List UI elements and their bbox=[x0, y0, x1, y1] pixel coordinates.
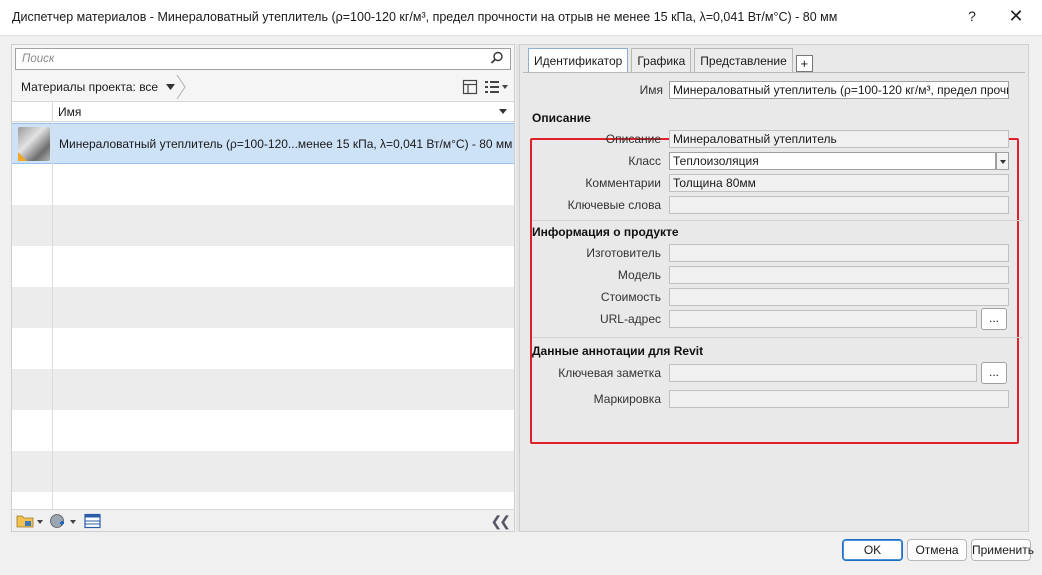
name-label: Имя bbox=[639, 83, 663, 97]
comments-label: Комментарии bbox=[585, 176, 661, 190]
asset-browser-icon[interactable] bbox=[84, 513, 102, 532]
keynote-label: Ключевая заметка bbox=[558, 366, 661, 380]
browser-toolbar: ❮❮ bbox=[12, 509, 514, 531]
empty-row bbox=[12, 164, 514, 205]
library-folder-icon[interactable] bbox=[16, 513, 44, 532]
material-thumbnail bbox=[18, 127, 50, 161]
manufacturer-field[interactable] bbox=[669, 244, 1009, 262]
keywords-field[interactable] bbox=[669, 196, 1009, 214]
material-browser: Поиск Материалы проекта: все Имя Минерал… bbox=[11, 44, 515, 532]
empty-row bbox=[12, 246, 514, 287]
materials-column-header: Имя bbox=[12, 101, 514, 122]
breadcrumb-project-materials[interactable]: Материалы проекта: все bbox=[12, 75, 183, 99]
class-label: Класс bbox=[628, 154, 661, 168]
mark-field[interactable] bbox=[669, 390, 1009, 408]
column-divider bbox=[52, 102, 53, 122]
class-select[interactable]: Теплоизоляция bbox=[669, 152, 996, 170]
identity-panel: Имя Минераловатный утеплитель (ρ=100-120… bbox=[523, 72, 1025, 530]
empty-row bbox=[12, 451, 514, 492]
create-material-icon[interactable] bbox=[49, 513, 77, 532]
cost-label: Стоимость bbox=[600, 290, 661, 304]
column-name-header[interactable]: Имя bbox=[58, 105, 81, 119]
warning-corner-icon bbox=[18, 152, 27, 161]
search-placeholder: Поиск bbox=[22, 53, 55, 65]
materials-list: Минераловатный утеплитель (ρ=100-120...м… bbox=[12, 123, 514, 509]
description-field[interactable]: Минераловатный утеплитель bbox=[669, 130, 1009, 148]
section-description-title: Описание bbox=[532, 111, 591, 125]
list-item[interactable]: Минераловатный утеплитель (ρ=100-120...м… bbox=[12, 123, 514, 164]
cancel-button[interactable]: Отмена bbox=[907, 539, 967, 561]
add-asset-button[interactable]: + bbox=[795, 55, 813, 72]
material-editor: Идентификатор Графика Представление + Им… bbox=[519, 44, 1029, 532]
help-button[interactable]: ? bbox=[964, 8, 980, 24]
editor-tabs: Идентификатор Графика Представление + bbox=[528, 48, 813, 73]
breadcrumb: Материалы проекта: все bbox=[12, 75, 514, 99]
collapse-panel-icon[interactable]: ❮❮ bbox=[491, 513, 512, 530]
list-view-icon[interactable] bbox=[484, 79, 508, 95]
comments-field[interactable]: Толщина 80мм bbox=[669, 174, 1009, 192]
breadcrumb-separator-icon bbox=[176, 75, 186, 99]
tab-identity[interactable]: Идентификатор bbox=[528, 48, 629, 73]
empty-row bbox=[12, 369, 514, 410]
model-label: Модель bbox=[617, 268, 661, 282]
section-product-title: Информация о продукте bbox=[532, 225, 679, 239]
manufacturer-label: Изготовитель bbox=[586, 246, 661, 260]
name-field[interactable]: Минераловатный утеплитель (ρ=100-120 кг/… bbox=[669, 81, 1009, 99]
breadcrumb-label: Материалы проекта: все bbox=[21, 80, 159, 94]
empty-row bbox=[12, 492, 514, 509]
empty-row bbox=[12, 205, 514, 246]
sort-arrow-icon[interactable] bbox=[499, 109, 507, 114]
apply-button[interactable]: Применить bbox=[971, 539, 1034, 561]
chevron-down-icon bbox=[166, 84, 176, 90]
keywords-label: Ключевые слова bbox=[567, 198, 661, 212]
tab-appearance[interactable]: Представление bbox=[694, 48, 793, 72]
empty-row bbox=[12, 410, 514, 451]
search-icon[interactable] bbox=[490, 51, 504, 68]
url-field[interactable] bbox=[669, 310, 977, 328]
section-divider bbox=[532, 337, 1023, 338]
empty-row bbox=[12, 287, 514, 328]
keynote-browse-button[interactable]: ... bbox=[981, 362, 1007, 384]
tab-graphics[interactable]: Графика bbox=[631, 48, 692, 72]
url-browse-button[interactable]: ... bbox=[981, 308, 1007, 330]
title-bar: Диспетчер материалов - Минераловатный ут… bbox=[0, 0, 1042, 36]
empty-row bbox=[12, 328, 514, 369]
model-field[interactable] bbox=[669, 266, 1009, 284]
section-annotation-title: Данные аннотации для Revit bbox=[532, 344, 704, 358]
description-label: Описание bbox=[605, 132, 661, 146]
material-name: Минераловатный утеплитель (ρ=100-120...м… bbox=[59, 137, 513, 151]
section-divider bbox=[532, 220, 1023, 221]
cost-field[interactable] bbox=[669, 288, 1009, 306]
mark-label: Маркировка bbox=[593, 392, 661, 406]
window-title: Диспетчер материалов - Минераловатный ут… bbox=[12, 10, 838, 24]
search-input[interactable]: Поиск bbox=[15, 48, 511, 70]
keynote-field[interactable] bbox=[669, 364, 977, 382]
view-options bbox=[462, 79, 508, 95]
close-button[interactable]: ✕ bbox=[1006, 6, 1026, 26]
class-dropdown-arrow-icon[interactable] bbox=[996, 152, 1009, 170]
panel-toggle-icon[interactable] bbox=[462, 79, 478, 95]
url-label: URL-адрес bbox=[599, 312, 661, 326]
ok-button[interactable]: OK bbox=[842, 539, 903, 561]
column-divider bbox=[52, 123, 53, 509]
